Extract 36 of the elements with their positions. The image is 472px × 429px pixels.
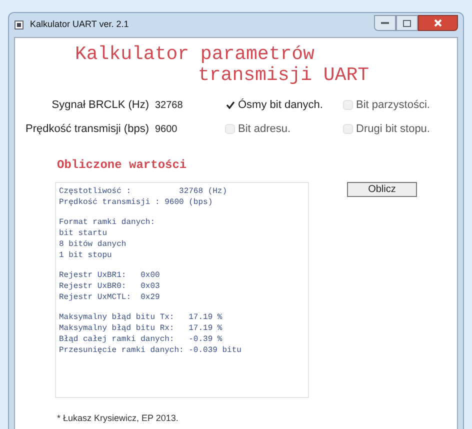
window-title: Kalkulator UART ver. 2.1 <box>30 18 130 32</box>
result-line: Częstotliwość : 32768 (Hz) <box>59 186 228 197</box>
minimize-icon <box>381 22 389 24</box>
heading-line: transmisji UART <box>197 65 370 86</box>
maximize-icon <box>403 20 411 26</box>
section-title: Obliczone wartości <box>57 157 188 174</box>
heading-line: Kalkulator parametrów <box>74 44 316 65</box>
input-field[interactable]: 32768 <box>153 96 213 114</box>
checkbox-label: Drugi bit stopu. <box>356 122 430 137</box>
field-label: Prędkość transmisji (bps) <box>26 122 149 137</box>
close-button[interactable] <box>418 15 458 31</box>
app-icon <box>14 20 24 30</box>
result-line: Format ramki danych: <box>59 217 156 228</box>
result-line: Maksymalny błąd bitu Rx: 17.19 % <box>59 323 224 334</box>
maximize-button[interactable] <box>396 15 418 31</box>
result-line: Maksymalny błąd bitu Tx: 17.19 % <box>59 312 224 323</box>
checkbox-label: Bit parzystości. <box>356 98 430 113</box>
checkbox[interactable] <box>225 100 235 110</box>
result-line: Błąd całej ramki danych: -0.39 % <box>59 334 224 345</box>
result-line: 8 bitów danych <box>59 239 128 250</box>
result-line: Rejestr UxMCTL: 0x29 <box>59 292 161 303</box>
result-line: Rejestr UxBR1: 0x00 <box>59 270 161 281</box>
checkbox-label: Ósmy bit danych. <box>238 98 323 113</box>
result-line: bit startu <box>59 228 108 239</box>
input-field[interactable]: 9600 <box>153 120 213 138</box>
close-icon <box>434 19 442 27</box>
minimize-button[interactable] <box>374 15 396 31</box>
result-line: Rejestr UxBR0: 0x03 <box>59 281 161 292</box>
field-label: Sygnał BRCLK (Hz) <box>52 98 149 113</box>
calculate-button[interactable]: Oblicz <box>347 182 417 197</box>
check-icon <box>226 101 234 109</box>
footer-text: * Łukasz Krysiewicz, EP 2013. <box>57 412 180 425</box>
checkbox-label: Bit adresu. <box>238 122 291 137</box>
result-line: Przesunięcie ramki danych: -0.039 bitu <box>59 345 242 356</box>
result-line: Prędkość transmisji : 9600 (bps) <box>59 197 214 208</box>
result-line: 1 bit stopu <box>59 250 113 261</box>
